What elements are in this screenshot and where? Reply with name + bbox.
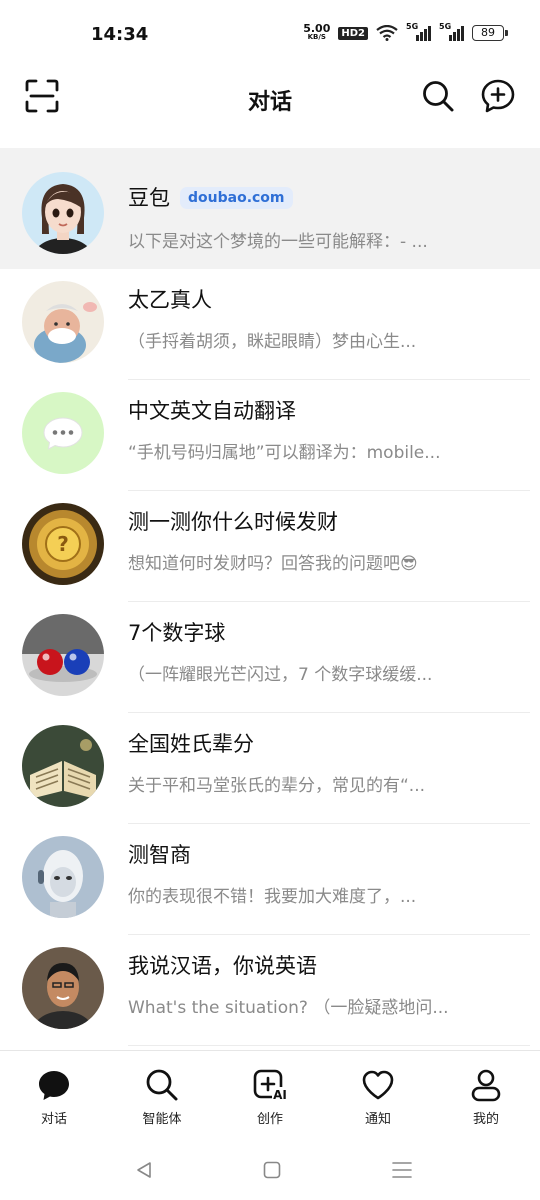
chat-preview: （手捋着胡须，眯起眼睛）梦由心生... [128, 332, 417, 352]
tab-agents[interactable]: 智能体 [108, 1067, 216, 1127]
avatar [22, 947, 104, 1029]
chat-preview: （一阵耀眼光芒闪过，7 个数字球缓缓... [128, 665, 433, 685]
divider [128, 1045, 530, 1046]
status-time: 14:34 [91, 24, 149, 45]
chat-name: 我说汉语，你说英语 [128, 954, 317, 978]
tab-notifications[interactable]: 通知 [324, 1067, 432, 1127]
avatar [22, 281, 104, 363]
network-speed: 5.00 KB/S [303, 22, 331, 42]
chat-name: 7个数字球 [128, 621, 226, 645]
chat-item-surname[interactable]: 全国姓氏辈分 关于平和马堂张氏的辈分，常见的有“... [0, 713, 540, 824]
tab-label: 通知 [364, 1112, 391, 1127]
ai-create-icon: AI [253, 1069, 288, 1102]
tab-label: 我的 [472, 1112, 499, 1127]
back-icon [137, 1162, 151, 1178]
system-nav-bar [0, 1140, 540, 1200]
chat-preview: 以下是对这个梦境的一些可能解释：- ... [128, 232, 428, 252]
chat-name: 全国姓氏辈分 [128, 732, 254, 756]
tab-label: 对话 [40, 1112, 67, 1127]
page-title: 对话 [247, 90, 292, 115]
chat-name: 测一测你什么时候发财 [128, 510, 338, 534]
avatar [22, 836, 104, 918]
nav-home-button[interactable] [252, 1154, 292, 1186]
chat-name: 太乙真人 [128, 288, 212, 312]
chat-bubble-icon [39, 1071, 69, 1100]
chat-list: 豆包 doubao.com 以下是对这个梦境的一些可能解释：- ... 太乙真人 … [0, 148, 540, 1046]
network-speed-value: 5.00 [303, 22, 331, 35]
chat-item-taiyi[interactable]: 太乙真人 （手捋着胡须，眯起眼睛）梦由心生... [0, 269, 540, 380]
recents-icon [392, 1162, 412, 1178]
chat-preview: “手机号码归属地”可以翻译为：mobile... [128, 443, 441, 463]
chat-preview: 想知道何时发财吗？回答我的问题吧😎 [128, 554, 418, 574]
home-icon [263, 1161, 281, 1179]
status-bar: 14:34 5.00 KB/S HD2 5G 5G 89 [0, 0, 540, 72]
bottom-tab-bar: 对话 智能体 AI 创作 通知 我的 [0, 1050, 540, 1141]
search-icon [146, 1069, 178, 1101]
heart-icon [362, 1070, 394, 1100]
chat-name: 测智商 [128, 843, 191, 867]
search-icon [423, 81, 454, 112]
new-chat-button[interactable] [478, 76, 518, 116]
avatar [22, 614, 104, 696]
nav-recents-button[interactable] [382, 1154, 422, 1186]
new-chat-icon [481, 79, 515, 113]
signal-sim1-icon: 5G [406, 22, 431, 41]
chat-preview: 你的表现很不错！我要加大难度了，... [128, 887, 417, 907]
signal-sim2-icon: 5G [439, 22, 464, 41]
tab-create[interactable]: AI 创作 [216, 1067, 324, 1127]
tab-label: 创作 [256, 1112, 283, 1127]
nav-back-button[interactable] [124, 1154, 164, 1186]
wifi-icon [376, 25, 398, 41]
tab-chat[interactable]: 对话 [0, 1067, 108, 1127]
person-icon [471, 1069, 501, 1102]
chat-preview: 关于平和马堂张氏的辈分，常见的有“... [128, 776, 426, 796]
svg-text:?: ? [57, 532, 69, 556]
network-speed-unit: KB/S [307, 33, 326, 41]
chat-item-english[interactable]: 我说汉语，你说英语 What's the situation? （一脸疑惑地问.… [0, 935, 540, 1046]
tab-profile[interactable]: 我的 [432, 1067, 540, 1127]
chat-preview: What's the situation? （一脸疑惑地问... [128, 998, 449, 1018]
avatar [22, 725, 104, 807]
chat-name: 豆包 doubao.com [128, 182, 293, 212]
chat-name-text: 豆包 [128, 186, 170, 210]
chat-item-iq[interactable]: 测智商 你的表现很不错！我要加大难度了，... [0, 824, 540, 935]
chat-item-doubao[interactable]: 豆包 doubao.com 以下是对这个梦境的一些可能解释：- ... [0, 148, 540, 269]
chat-item-translate[interactable]: 中文英文自动翻译 “手机号码归属地”可以翻译为：mobile... [0, 380, 540, 491]
hd-icon: HD2 [338, 26, 368, 40]
sim2-label: 5G [439, 21, 452, 31]
battery-indicator: 89 [472, 25, 508, 41]
chat-item-fortune[interactable]: ? 测一测你什么时候发财 想知道何时发财吗？回答我的问题吧😎 [0, 491, 540, 602]
avatar [22, 392, 104, 474]
tab-label: 智能体 [142, 1112, 182, 1127]
chat-name: 中文英文自动翻译 [128, 399, 296, 423]
search-button[interactable] [418, 76, 458, 116]
avatar [22, 172, 104, 254]
avatar: ? [22, 503, 104, 585]
status-icons: 5.00 KB/S HD2 5G 5G 89 [303, 22, 508, 42]
chat-item-balls[interactable]: 7个数字球 （一阵耀眼光芒闪过，7 个数字球缓缓... [0, 602, 540, 713]
svg-text:AI: AI [273, 1088, 287, 1102]
website-badge[interactable]: doubao.com [180, 187, 293, 209]
sim1-label: 5G [406, 21, 419, 31]
app-header: 对话 [0, 72, 540, 148]
